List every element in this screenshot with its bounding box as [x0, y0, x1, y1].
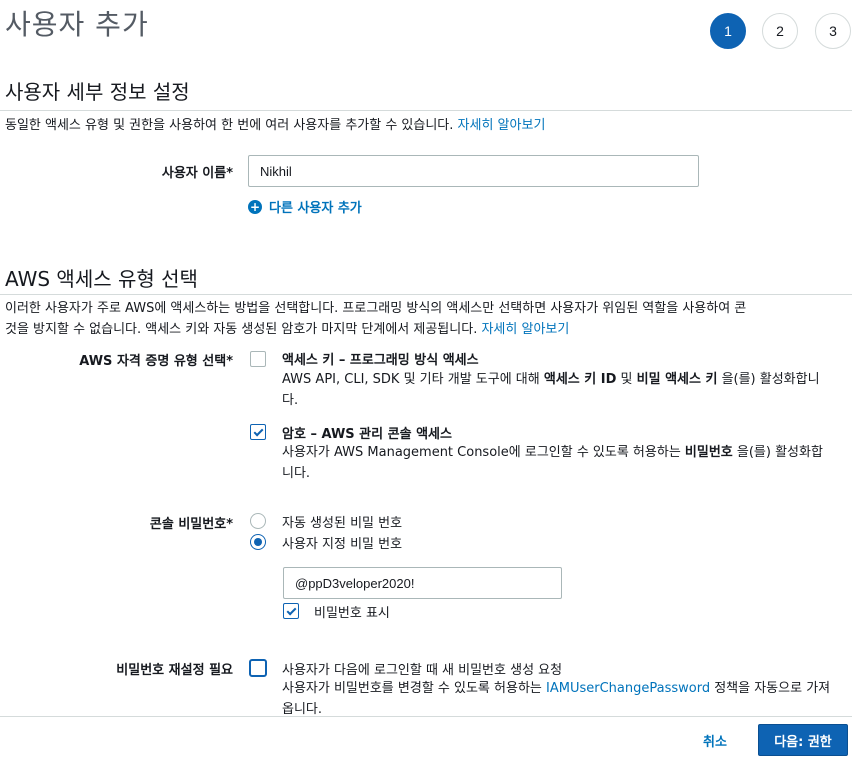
access-type-description-line2: 것을 방지할 수 없습니다. 액세스 키와 자동 생성된 암호가 마지막 단계에…	[5, 318, 569, 341]
secret-access-key-text: 비밀 액세스 키	[636, 372, 718, 387]
plus-circle-icon: +	[248, 199, 262, 214]
section-divider	[0, 294, 852, 295]
password-reset-label: 비밀번호 재설정 필요	[116, 663, 233, 678]
user-details-section-title: 사용자 세부 정보 설정	[5, 80, 190, 104]
custom-password-input[interactable]	[283, 567, 562, 599]
console-password-label: 콘솔 비밀번호*	[149, 517, 233, 532]
footer-divider	[0, 716, 852, 717]
custom-password-label: 사용자 지정 비밀 번호	[282, 537, 403, 552]
console-access-description: 사용자가 AWS Management Console에 로그인할 수 있도록 …	[282, 442, 832, 484]
learn-more-link[interactable]: 자세히 알아보기	[481, 322, 569, 337]
show-password-checkbox[interactable]	[283, 603, 299, 619]
console-access-checkbox[interactable]	[250, 424, 266, 440]
programmatic-access-description: AWS API, CLI, SDK 및 기타 개발 도구에 대해 액세스 키 I…	[282, 369, 832, 411]
step-2-indicator[interactable]: 2	[762, 13, 798, 49]
auto-password-label: 자동 생성된 비밀 번호	[282, 516, 403, 531]
add-another-user-label: 다른 사용자 추가	[269, 201, 362, 216]
access-type-description-text: 것을 방지할 수 없습니다. 액세스 키와 자동 생성된 암호가 마지막 단계에…	[5, 322, 478, 337]
checkmark-icon	[286, 605, 296, 615]
step-3-indicator[interactable]: 3	[815, 13, 851, 49]
credential-type-label: AWS 자격 증명 유형 선택*	[79, 354, 233, 369]
user-details-description: 동일한 액세스 유형 및 권한을 사용하여 한 번에 여러 사용자를 추가할 수…	[5, 114, 545, 137]
reset-desc-part: 사용자가 비밀번호를 변경할 수 있도록 허용하는	[282, 681, 546, 696]
checkmark-icon	[253, 426, 263, 436]
section-divider	[0, 110, 852, 111]
programmatic-desc-part: 및	[616, 372, 637, 387]
radio-selected-dot	[254, 538, 262, 546]
learn-more-link[interactable]: 자세히 알아보기	[458, 118, 546, 133]
iam-user-change-password-link[interactable]: IAMUserChangePassword	[546, 681, 710, 696]
password-reset-description: 사용자가 비밀번호를 변경할 수 있도록 허용하는 IAMUserChangeP…	[282, 678, 832, 720]
auto-password-radio[interactable]	[250, 513, 266, 529]
password-bold-text: 비밀번호	[684, 445, 733, 460]
access-type-section-title: AWS 액세스 유형 선택	[5, 267, 198, 291]
access-type-description-line1: 이러한 사용자가 주로 AWS에 액세스하는 방법을 선택합니다. 프로그래밍 …	[5, 301, 747, 316]
password-reset-checkbox[interactable]	[249, 659, 267, 677]
show-password-label: 비밀번호 표시	[314, 606, 390, 621]
cancel-button[interactable]: 취소	[703, 731, 727, 750]
console-access-title: 암호 – AWS 관리 콘솔 액세스	[282, 427, 452, 442]
add-user-page: 사용자 추가 1 2 3 사용자 세부 정보 설정 동일한 액세스 유형 및 권…	[0, 0, 852, 761]
password-reset-option-text: 사용자가 다음에 로그인할 때 새 비밀번호 생성 요청	[282, 663, 563, 678]
step-1-indicator[interactable]: 1	[710, 13, 746, 49]
username-label: 사용자 이름*	[161, 166, 233, 181]
programmatic-access-title: 액세스 키 – 프로그래밍 방식 액세스	[282, 353, 479, 368]
programmatic-access-checkbox[interactable]	[250, 351, 266, 367]
next-permissions-button[interactable]: 다음: 권한	[758, 724, 848, 756]
custom-password-radio[interactable]	[250, 534, 266, 550]
page-title: 사용자 추가	[5, 8, 149, 41]
user-details-description-text: 동일한 액세스 유형 및 권한을 사용하여 한 번에 여러 사용자를 추가할 수…	[5, 118, 454, 133]
access-key-id-text: 액세스 키 ID	[543, 372, 617, 387]
programmatic-desc-part: AWS API, CLI, SDK 및 기타 개발 도구에 대해	[282, 372, 544, 387]
add-another-user-link[interactable]: + 다른 사용자 추가	[248, 197, 362, 216]
console-desc-part: 사용자가 AWS Management Console에 로그인할 수 있도록 …	[282, 445, 685, 460]
username-input[interactable]	[248, 155, 699, 187]
